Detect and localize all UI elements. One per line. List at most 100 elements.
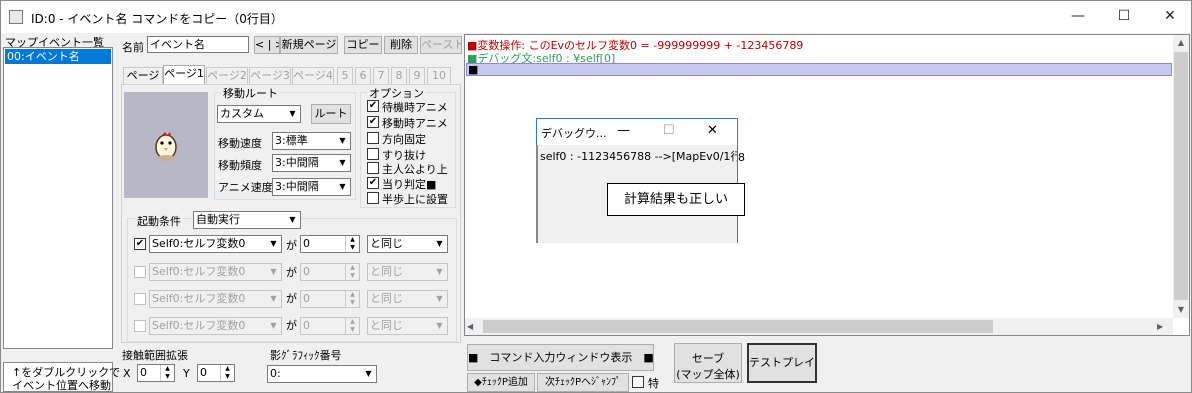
trigger-select[interactable]: 自動実行 ▼ — [193, 211, 301, 229]
option-label: 方向固定 — [382, 133, 426, 146]
condition-variable-select[interactable]: Self0:セルフ変数0 ▼ — [149, 235, 282, 253]
condition-checkbox[interactable]: ✔ — [134, 238, 146, 250]
option-label: 半歩上に設置 — [382, 193, 448, 206]
maximize-button[interactable]: ☐ — [1101, 1, 1147, 33]
condition-ga-label: が — [286, 319, 297, 332]
condition-ga-label: が — [286, 239, 297, 252]
new-page-button[interactable]: 新規ページ — [280, 36, 338, 54]
condition-operator-select[interactable]: と同じ ▼ — [367, 263, 448, 281]
copy-page-button[interactable]: コピー — [344, 36, 382, 54]
contact-range-label: 接触範囲拡張 — [122, 349, 188, 362]
contact-y-label: Y — [183, 367, 190, 380]
vertical-scrollbar[interactable]: ▲ ▼ — [1173, 35, 1189, 318]
horizontal-scrollbar[interactable]: ◀ ▶ — [465, 318, 1173, 335]
debug-title: デバッグウ... — [541, 127, 607, 140]
anim-speed-label: アニメ速度 — [218, 181, 273, 194]
tab-page-9[interactable]: 9 — [409, 67, 425, 84]
scroll-down-icon[interactable]: ▼ — [1173, 302, 1189, 318]
condition-checkbox[interactable] — [134, 293, 146, 305]
tab-page[interactable]: ページ — [123, 67, 163, 84]
tab-page-8[interactable]: 8 — [391, 67, 407, 84]
scroll-up-icon[interactable]: ▲ — [1173, 35, 1189, 51]
chevron-down-icon: ▼ — [436, 294, 443, 303]
option-checkbox[interactable]: ✔ — [367, 100, 379, 112]
event-list[interactable]: 00:イベント名 — [3, 47, 113, 349]
condition-value-spin[interactable]: 0 ▲ ▼ — [300, 317, 360, 335]
debug-titlebar: デバッグウ... — ☐ ✕ — [537, 119, 737, 145]
chevron-down-icon: ▼ — [339, 158, 346, 167]
condition-operator-select[interactable]: と同じ ▼ — [367, 317, 448, 335]
list-item[interactable]: 00:イベント名 — [5, 49, 111, 64]
spin-arrows-icon[interactable]: ▲ ▼ — [345, 236, 359, 252]
next-checkpoint-button[interactable]: 次ﾁｪｯｸPへｼﾞｬﾝﾌﾟ — [537, 373, 629, 392]
spin-arrows-icon[interactable]: ▲ ▼ — [345, 318, 359, 334]
condition-checkbox[interactable] — [134, 266, 146, 278]
condition-value-spin[interactable]: 0 ▲ ▼ — [300, 263, 360, 281]
debug-maximize-button[interactable]: ☐ — [663, 123, 675, 138]
route-button[interactable]: ルート — [311, 104, 351, 124]
tab-page-7[interactable]: 7 — [373, 67, 389, 84]
condition-variable-select[interactable]: Self0:セルフ変数0 ▼ — [149, 263, 282, 281]
chevron-down-icon: ▼ — [289, 215, 296, 224]
speed-select[interactable]: 3:標準 ▼ — [272, 132, 351, 150]
condition-variable-select[interactable]: Self0:セルフ変数0 ▼ — [149, 317, 282, 335]
condition-operator-select[interactable]: と同じ ▼ — [367, 290, 448, 308]
tab-page-1[interactable]: ページ1 — [163, 65, 205, 85]
option-label: 当り判定■ — [382, 178, 437, 191]
tab-page-4[interactable]: ページ4 — [292, 67, 334, 84]
add-checkpoint-button[interactable]: ◆ﾁｪｯｸP追加 — [467, 373, 535, 392]
condition-ga-label: が — [286, 292, 297, 305]
close-button[interactable]: ✕ — [1147, 1, 1192, 33]
scroll-left-icon[interactable]: ◀ — [467, 318, 481, 335]
paste-page-button[interactable]: ペースト — [420, 36, 462, 54]
condition-operator-select[interactable]: と同じ ▼ — [367, 235, 448, 253]
debug-left-edge — [536, 145, 538, 243]
scroll-thumb[interactable] — [1174, 52, 1188, 300]
condition-variable-select[interactable]: Self0:セルフ変数0 ▼ — [149, 290, 282, 308]
spin-arrows-icon[interactable]: ▲ ▼ — [345, 291, 359, 307]
test-play-button[interactable]: テストプレイ — [747, 343, 817, 383]
frequency-select[interactable]: 3:中間隔 ▼ — [272, 154, 351, 172]
command-input-window-button[interactable]: ■ コマンド入力ウィンドウ表示 ■ — [467, 344, 654, 371]
condition-value-spin[interactable]: 0 ▲ ▼ — [300, 235, 360, 253]
option-checkbox[interactable] — [367, 192, 379, 204]
selected-command-row[interactable]: ■ — [466, 63, 1172, 76]
contact-y-spin[interactable]: 0 ▲ ▼ — [197, 364, 235, 382]
main-window: ID:0 - イベント名 コマンドをコピー（0行目） — ☐ ✕ マップイベント… — [0, 0, 1192, 393]
chevron-down-icon: ▼ — [270, 294, 277, 303]
condition-checkbox[interactable] — [134, 320, 146, 332]
chevron-down-icon: ▼ — [270, 321, 277, 330]
spin-arrows-icon[interactable]: ▲ ▼ — [160, 365, 174, 381]
tab-page-3[interactable]: ページ3 — [249, 67, 291, 84]
debug-close-button[interactable]: ✕ — [707, 123, 718, 138]
tab-page-6[interactable]: 6 — [355, 67, 371, 84]
debug-minimize-button[interactable]: — — [617, 123, 630, 138]
anim-speed-select[interactable]: 3:中間隔 ▼ — [272, 178, 351, 196]
special-checkbox[interactable] — [632, 376, 644, 388]
shadow-select[interactable]: 0: ▼ — [267, 365, 377, 383]
option-checkbox[interactable]: ✔ — [367, 116, 379, 128]
contact-x-spin[interactable]: 0 ▲ ▼ — [137, 364, 175, 382]
option-checkbox[interactable]: ✔ — [367, 177, 379, 189]
debug-text-overflow: 8 — [738, 151, 745, 164]
save-map-button[interactable]: セーブ (マップ全体) — [674, 343, 742, 383]
route-type-select[interactable]: カスタム ▼ — [217, 105, 301, 123]
condition-value-spin[interactable]: 0 ▲ ▼ — [300, 290, 360, 308]
hscroll-thumb[interactable] — [483, 320, 993, 333]
option-checkbox[interactable] — [367, 162, 379, 174]
event-graphic[interactable] — [124, 92, 208, 198]
chevron-down-icon: ▼ — [270, 239, 277, 248]
event-name-input[interactable]: イベント名 — [147, 36, 249, 53]
prev-next-page-button[interactable]: < | > — [254, 36, 280, 54]
condition-ga-label: が — [286, 266, 297, 279]
delete-page-button[interactable]: 削除 — [384, 36, 418, 54]
scroll-right-icon[interactable]: ▶ — [1157, 318, 1171, 335]
tab-page-5[interactable]: 5 — [337, 67, 353, 84]
minimize-button[interactable]: — — [1055, 1, 1101, 33]
option-checkbox[interactable] — [367, 132, 379, 144]
tab-page-10[interactable]: 10 — [427, 67, 451, 84]
spin-arrows-icon[interactable]: ▲ ▼ — [220, 365, 234, 381]
spin-arrows-icon[interactable]: ▲ ▼ — [345, 264, 359, 280]
option-checkbox[interactable] — [367, 148, 379, 160]
tab-page-2[interactable]: ページ2 — [206, 67, 248, 84]
